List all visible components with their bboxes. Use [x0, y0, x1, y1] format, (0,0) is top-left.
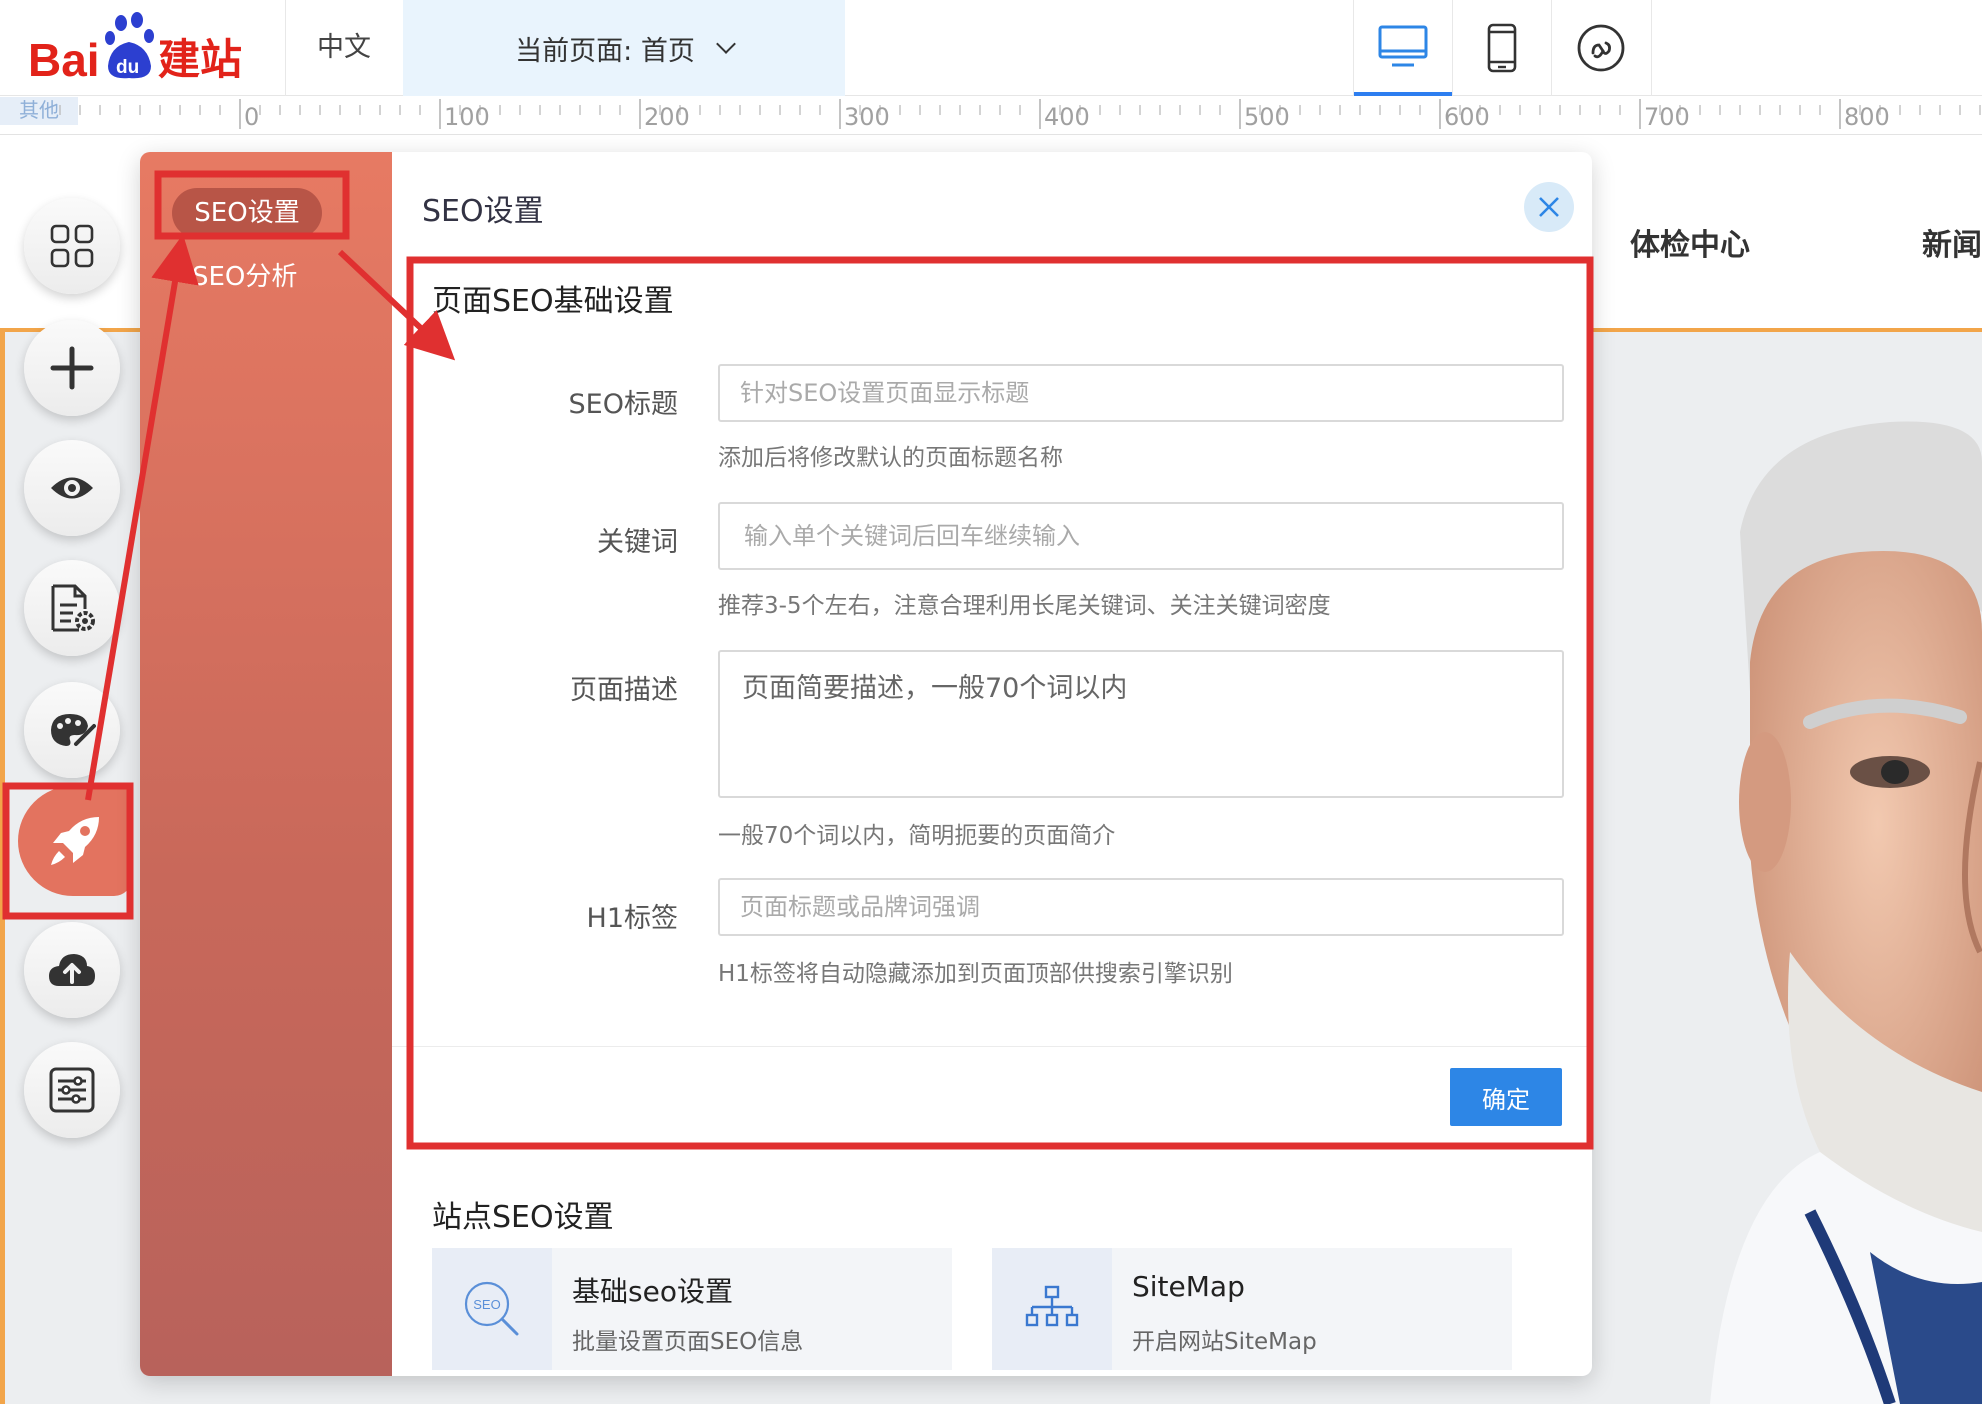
h1-label: H1标签: [586, 903, 678, 934]
keywords-input[interactable]: [718, 502, 1564, 570]
mini-program-icon: [1577, 24, 1625, 72]
horizontal-ruler: 其他 0 100 200 300 400 500 600 700 800: [0, 97, 1982, 135]
ruler-label: 0: [244, 103, 259, 131]
card-subtitle: 批量设置页面SEO信息: [572, 1329, 804, 1355]
card-title: SiteMap: [1132, 1270, 1245, 1303]
top-bar: Bai du 建站 中文 当前页面: 首页: [0, 0, 1982, 96]
desktop-view-button[interactable]: [1354, 0, 1452, 96]
ruler-label: 800: [1844, 103, 1890, 131]
selection-border: [0, 328, 5, 1404]
settings-sliders-icon: [49, 1067, 95, 1113]
seo-title-input[interactable]: [718, 364, 1564, 422]
card-icon-container: [992, 1248, 1112, 1370]
seo-search-icon: SEO: [464, 1281, 519, 1336]
ruler-label: 700: [1644, 103, 1690, 131]
ruler-label: 600: [1444, 103, 1490, 131]
card-title: 基础seo设置: [572, 1275, 733, 1308]
chevron-down-icon: [715, 34, 736, 54]
sitemap-icon: [1025, 1285, 1079, 1327]
divider: [1651, 0, 1652, 96]
current-page-dropdown[interactable]: 当前页面: 首页: [403, 0, 845, 96]
apps-grid-icon: [50, 224, 94, 268]
svg-text:建站: 建站: [158, 35, 242, 84]
settings-button[interactable]: [24, 1042, 120, 1138]
ruler-label: 500: [1244, 103, 1290, 131]
theme-palette-icon: [51, 714, 96, 746]
add-icon: [50, 346, 94, 390]
panel-title: SEO设置: [422, 194, 544, 229]
description-textarea[interactable]: [718, 650, 1564, 798]
site-nav-item-news[interactable]: 新闻: [1922, 220, 1982, 264]
divider: [392, 1046, 1592, 1047]
baidu-jianzhan-logo[interactable]: Bai du 建站: [24, 10, 260, 86]
publish-button[interactable]: [24, 922, 120, 1018]
tab-seo-settings[interactable]: SEO设置: [172, 188, 322, 238]
keywords-label: 关键词: [597, 527, 678, 558]
doctor-photo: [1710, 421, 1982, 1404]
seo-button[interactable]: [18, 786, 132, 896]
preview-button[interactable]: [24, 440, 120, 536]
page-settings-icon: [51, 584, 95, 632]
language-switch[interactable]: 中文: [286, 0, 402, 96]
card-subtitle: 开启网站SiteMap: [1132, 1329, 1317, 1355]
ruler-ticks: 0 100 200 300 400 500 600 700 800: [59, 99, 1981, 131]
tab-seo-analysis[interactable]: SEO分析: [192, 256, 297, 293]
keywords-hint: 推荐3-5个左右，注意合理利用长尾关键词、关注关键词密度: [718, 593, 1331, 619]
desktop-icon: [1378, 25, 1428, 67]
mobile-view-button[interactable]: [1453, 0, 1551, 96]
svg-text:du: du: [116, 57, 139, 78]
basic-seo-section-title: 页面SEO基础设置: [432, 284, 674, 319]
basic-seo-card[interactable]: SEO 基础seo设置 批量设置页面SEO信息: [432, 1248, 952, 1370]
h1-hint: H1标签将自动隐藏添加到页面顶部供搜索引擎识别: [718, 961, 1233, 987]
ruler-label: 100: [444, 103, 490, 131]
description-hint: 一般70个词以内，简明扼要的页面简介: [718, 823, 1116, 849]
description-label: 页面描述: [570, 675, 678, 706]
confirm-button[interactable]: 确定: [1450, 1068, 1562, 1126]
add-button[interactable]: [24, 320, 120, 416]
close-icon: [1539, 197, 1559, 217]
site-seo-section-title: 站点SEO设置: [432, 1200, 614, 1235]
ruler-label: 300: [844, 103, 890, 131]
panel-side-menu: SEO设置 SEO分析: [140, 152, 392, 1376]
close-button[interactable]: [1524, 182, 1574, 232]
current-page-label: 当前页面: 首页: [515, 35, 695, 67]
publish-cloud-icon: [49, 954, 95, 986]
card-icon-container: SEO: [432, 1248, 552, 1370]
svg-text:Bai: Bai: [28, 34, 100, 86]
mini-program-view-button[interactable]: [1552, 0, 1650, 96]
preview-eye-icon: [51, 477, 93, 499]
site-nav-item-checkup[interactable]: 体检中心: [1630, 220, 1750, 264]
ruler-label: 200: [644, 103, 690, 131]
h1-input[interactable]: [718, 878, 1564, 936]
ruler-label: 400: [1044, 103, 1090, 131]
theme-button[interactable]: [24, 682, 120, 778]
seo-rocket-icon: [51, 817, 99, 865]
seo-title-hint: 添加后将修改默认的页面标题名称: [718, 445, 1063, 471]
sitemap-card[interactable]: SiteMap 开启网站SiteMap: [992, 1248, 1512, 1370]
seo-title-label: SEO标题: [568, 389, 678, 420]
svg-text:SEO: SEO: [473, 1297, 500, 1312]
seo-settings-panel: SEO设置 SEO分析 SEO设置 页面SEO基础设置 SEO标题 添加后将修改…: [140, 152, 1592, 1376]
components-button[interactable]: [24, 198, 120, 294]
page-settings-button[interactable]: [24, 560, 120, 656]
mobile-icon: [1487, 23, 1517, 73]
